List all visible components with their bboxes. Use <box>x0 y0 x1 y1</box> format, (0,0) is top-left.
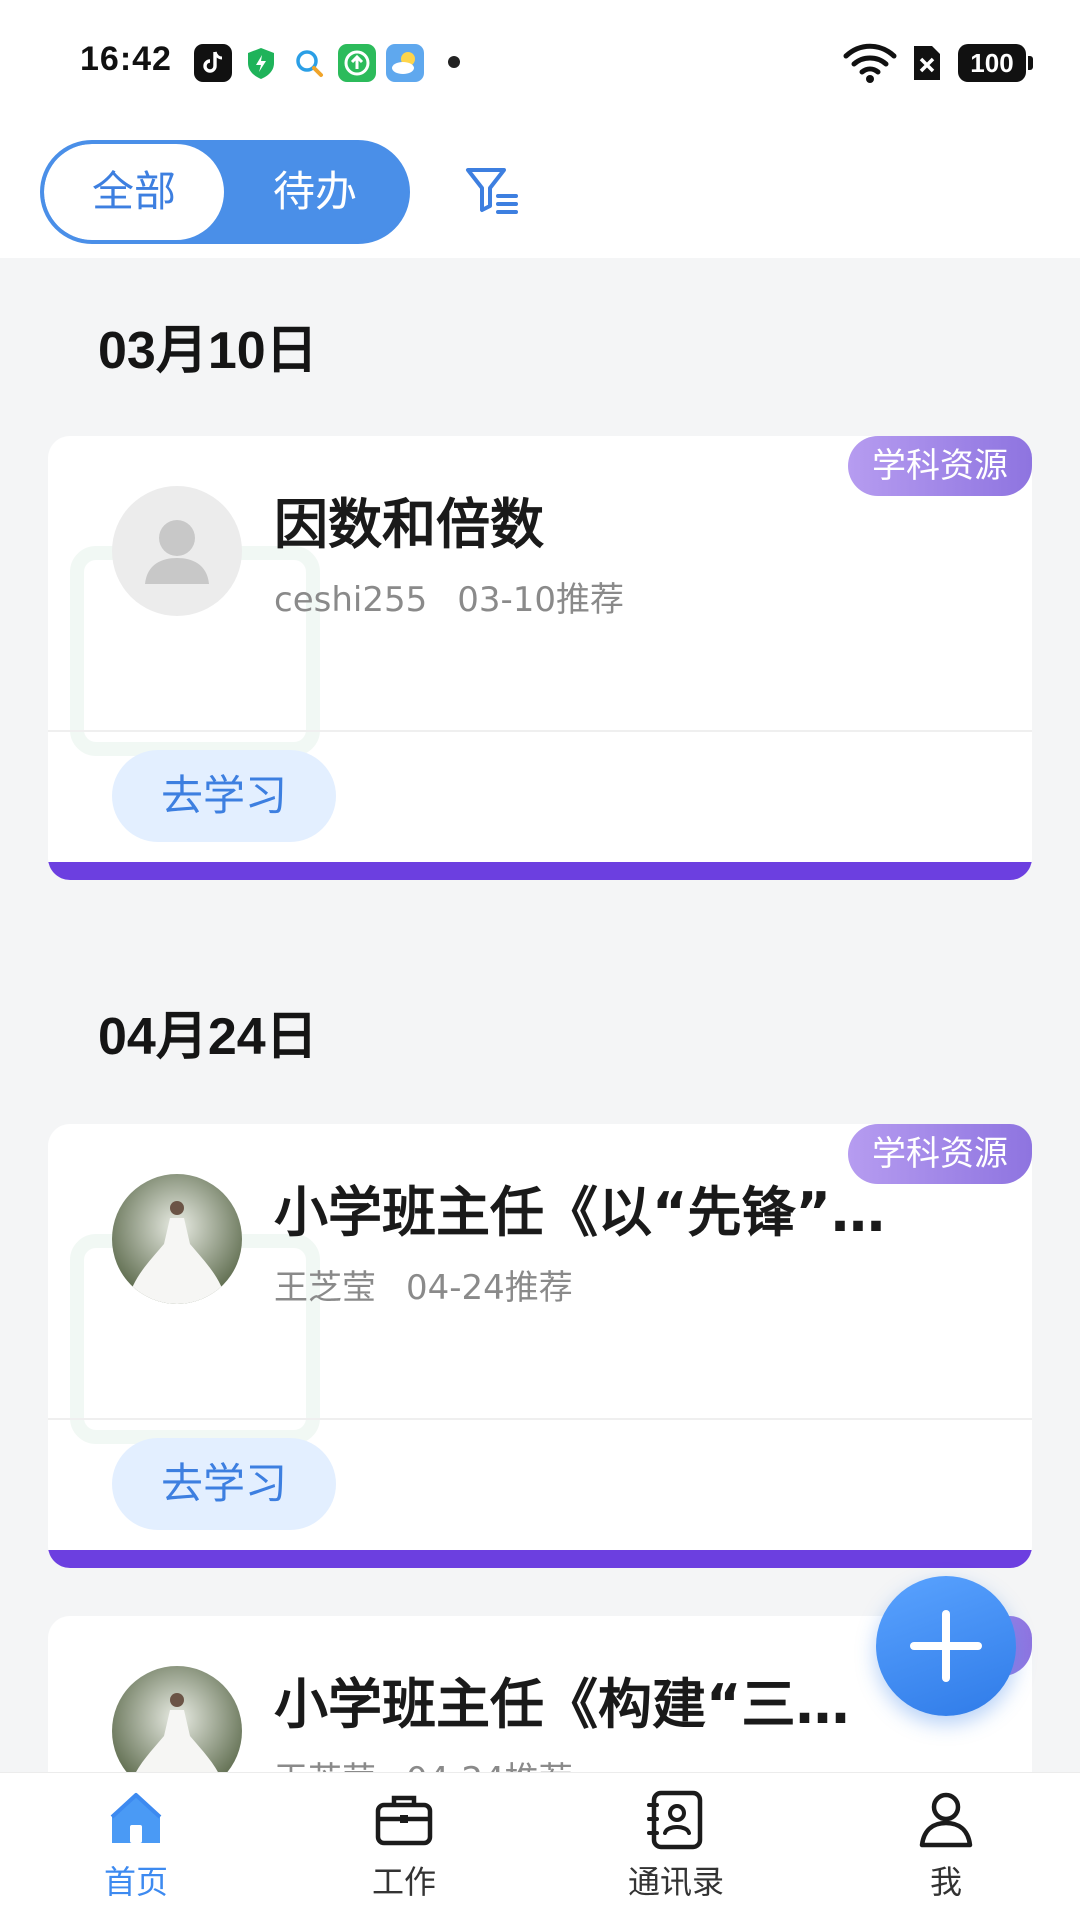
nav-item-home[interactable]: 首页 <box>36 1787 236 1917</box>
battery-indicator: 100 <box>958 44 1033 82</box>
date-header: 03月10日 <box>98 322 318 380</box>
nav-label: 我 <box>929 1863 962 1901</box>
card-title: 因数和倍数 <box>274 493 544 556</box>
shield-icon <box>242 44 280 82</box>
nav-label: 工作 <box>371 1863 436 1901</box>
card-author: ceshi255 <box>274 580 428 620</box>
weather-icon <box>386 44 424 82</box>
search-app-icon <box>290 44 328 82</box>
add-button[interactable] <box>876 1576 1016 1716</box>
filter-icon[interactable] <box>460 160 524 224</box>
card-meta: 王芝莹 04-24推荐 <box>274 1260 573 1309</box>
home-icon <box>110 1793 162 1843</box>
user-icon <box>919 1792 973 1848</box>
status-time: 16:42 <box>80 40 172 78</box>
card-meta: ceshi255 03-10推荐 <box>274 572 624 621</box>
divider <box>48 730 1032 732</box>
filter-segmented-control: 全部 待办 <box>40 140 410 244</box>
nav-item-me[interactable]: 我 <box>846 1787 1046 1917</box>
status-bar: 16:42 100 <box>0 0 1080 124</box>
card-author: 王芝莹 <box>274 1268 376 1308</box>
nav-item-contacts[interactable]: 通讯录 <box>576 1787 776 1917</box>
tiktok-icon <box>194 44 232 82</box>
avatar <box>112 1174 242 1304</box>
card-recommend-date: 04-24推荐 <box>406 1268 573 1308</box>
card-title: 小学班主任《以“先锋”… <box>274 1181 885 1244</box>
card-accent-bar <box>48 1550 1032 1568</box>
wifi-icon <box>842 40 898 88</box>
nav-label: 首页 <box>103 1863 168 1901</box>
go-study-button[interactable]: 去学习 <box>112 750 336 842</box>
nav-item-work[interactable]: 工作 <box>304 1787 504 1917</box>
notification-dot <box>448 56 460 68</box>
bottom-nav: 首页 工作 通讯录 我 <box>0 1772 1080 1920</box>
segment-todo[interactable]: 待办 <box>224 144 406 240</box>
resource-card[interactable]: 学科资源 因数和倍数 ceshi255 03-10推荐 去学习 <box>48 436 1032 880</box>
segment-all[interactable]: 全部 <box>44 144 224 240</box>
card-accent-bar <box>48 862 1032 880</box>
card-recommend-date: 03-10推荐 <box>457 580 625 620</box>
avatar <box>112 486 242 616</box>
divider <box>48 1418 1032 1420</box>
sim-x-icon <box>910 44 942 86</box>
top-header: 全部 待办 <box>0 124 1080 258</box>
date-header: 04月24日 <box>98 1008 318 1066</box>
upload-app-icon <box>338 44 376 82</box>
contacts-icon <box>647 1790 703 1850</box>
go-study-button[interactable]: 去学习 <box>112 1438 336 1530</box>
resource-card[interactable]: 学科资源 小学班主任《以“先锋”… 王芝莹 04-24推荐 去学习 <box>48 1124 1032 1568</box>
card-title: 小学班主任《构建“三… <box>274 1673 850 1736</box>
nav-label: 通讯录 <box>627 1863 724 1901</box>
briefcase-icon <box>375 1795 433 1846</box>
